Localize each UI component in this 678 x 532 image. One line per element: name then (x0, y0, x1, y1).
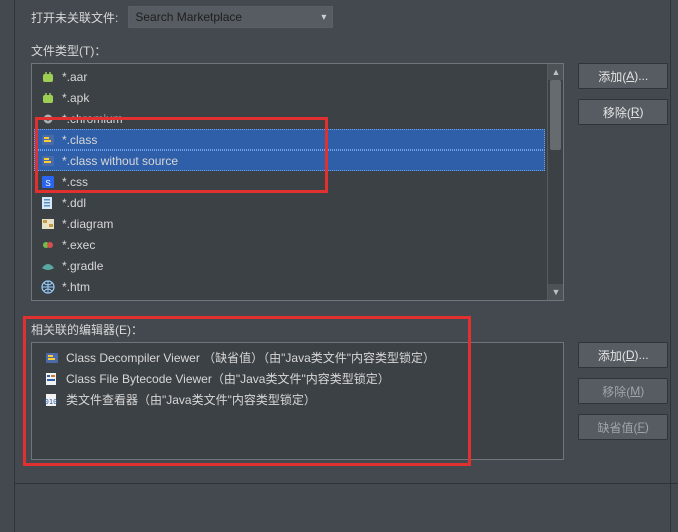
filetype-item[interactable]: *.class without source (34, 150, 545, 171)
filetype-item[interactable]: *.chromium (34, 108, 545, 129)
filetypes-buttons: 添加(A)... 移除(R) (578, 63, 668, 125)
chevron-down-icon: ▾ (321, 12, 326, 23)
bytecode-icon (44, 371, 60, 387)
open-unassociated-row: 打开未关联文件: Search Marketplace ▾ (31, 6, 668, 28)
filetypes-list[interactable]: *.aar *.apk *.chromium *.class *.class witho… (31, 63, 564, 301)
class-icon (40, 153, 56, 169)
panel-divider (15, 483, 678, 484)
filetype-ext: *.class (62, 133, 97, 147)
right-edge (670, 0, 678, 532)
filetype-item[interactable]: *.exec (34, 234, 545, 255)
editor-item[interactable]: 类文件查看器（由"Java类文件"内容类型锁定） (34, 389, 561, 410)
editors-label: 相关联的编辑器(E)： (31, 321, 668, 338)
filetype-ext: *.exec (62, 238, 95, 252)
editors-list[interactable]: Class Decompiler Viewer （缺省值）（由"Java类文件"… (31, 342, 564, 460)
filetype-item[interactable]: *.css (34, 171, 545, 192)
android-icon (40, 69, 56, 85)
filetype-item[interactable]: *.aar (34, 66, 545, 87)
diagram-icon (40, 216, 56, 232)
filetype-ext: *.aar (62, 70, 87, 84)
editor-name: Class File Bytecode Viewer（由"Java类文件"内容类… (66, 370, 390, 387)
editor-item[interactable]: Class File Bytecode Viewer（由"Java类文件"内容类… (34, 368, 561, 389)
filetype-ext: *.htm (62, 280, 90, 294)
gradle-icon (40, 258, 56, 274)
gear-icon (40, 111, 56, 127)
filetype-ext: *.class without source (62, 154, 178, 168)
editor-item[interactable]: Class Decompiler Viewer （缺省值）（由"Java类文件"… (34, 347, 561, 368)
filetype-ext: *.gradle (62, 259, 103, 273)
filetypes-remove-button[interactable]: 移除(R) (578, 99, 668, 125)
class-icon (40, 132, 56, 148)
editor-name: Class Decompiler Viewer （缺省值）（由"Java类文件"… (66, 349, 435, 366)
filetype-item[interactable]: *.gradle (34, 255, 545, 276)
filetype-item[interactable]: *.diagram (34, 213, 545, 234)
filetype-ext: *.apk (62, 91, 89, 105)
open-unassociated-label: 打开未关联文件: (31, 9, 118, 26)
sql-icon (40, 195, 56, 211)
css-icon (40, 174, 56, 190)
editors-add-button[interactable]: 添加(D)... (578, 342, 668, 368)
globe-icon (40, 279, 56, 295)
filetype-ext: *.ddl (62, 196, 86, 210)
filetypes-row: *.aar *.apk *.chromium *.class *.class witho… (31, 63, 668, 301)
editor-name: 类文件查看器（由"Java类文件"内容类型锁定） (66, 391, 316, 408)
combo-value: Search Marketplace (135, 10, 242, 24)
editors-buttons: 添加(D)... 移除(M) 缺省值(F) (578, 342, 668, 440)
filetype-ext: *.diagram (62, 217, 113, 231)
filetypes-scrollbar[interactable]: ▲ ▼ (547, 64, 563, 300)
filetype-item[interactable]: *.apk (34, 87, 545, 108)
editors-default-button[interactable]: 缺省值(F) (578, 414, 668, 440)
binary-icon (44, 392, 60, 408)
preferences-panel: 打开未关联文件: Search Marketplace ▾ 文件类型(T)： *… (14, 0, 678, 532)
scroll-track[interactable] (548, 80, 563, 284)
scroll-down-icon[interactable]: ▼ (548, 284, 563, 300)
exec-icon (40, 237, 56, 253)
filetype-item[interactable]: *.ddl (34, 192, 545, 213)
filetypes-scroll: *.aar *.apk *.chromium *.class *.class witho… (32, 64, 547, 300)
open-unassociated-combo[interactable]: Search Marketplace ▾ (128, 6, 333, 28)
filetype-item[interactable]: *.class (34, 129, 545, 150)
filetype-ext: *.css (62, 175, 88, 189)
editors-row: Class Decompiler Viewer （缺省值）（由"Java类文件"… (31, 342, 668, 460)
filetype-ext: *.chromium (62, 112, 123, 126)
scroll-up-icon[interactable]: ▲ (548, 64, 563, 80)
class-icon (44, 350, 60, 366)
scroll-thumb[interactable] (550, 80, 561, 150)
filetype-item[interactable]: *.htm (34, 276, 545, 297)
filetypes-label: 文件类型(T)： (31, 42, 668, 59)
filetypes-add-button[interactable]: 添加(A)... (578, 63, 668, 89)
android-icon (40, 90, 56, 106)
editors-remove-button[interactable]: 移除(M) (578, 378, 668, 404)
